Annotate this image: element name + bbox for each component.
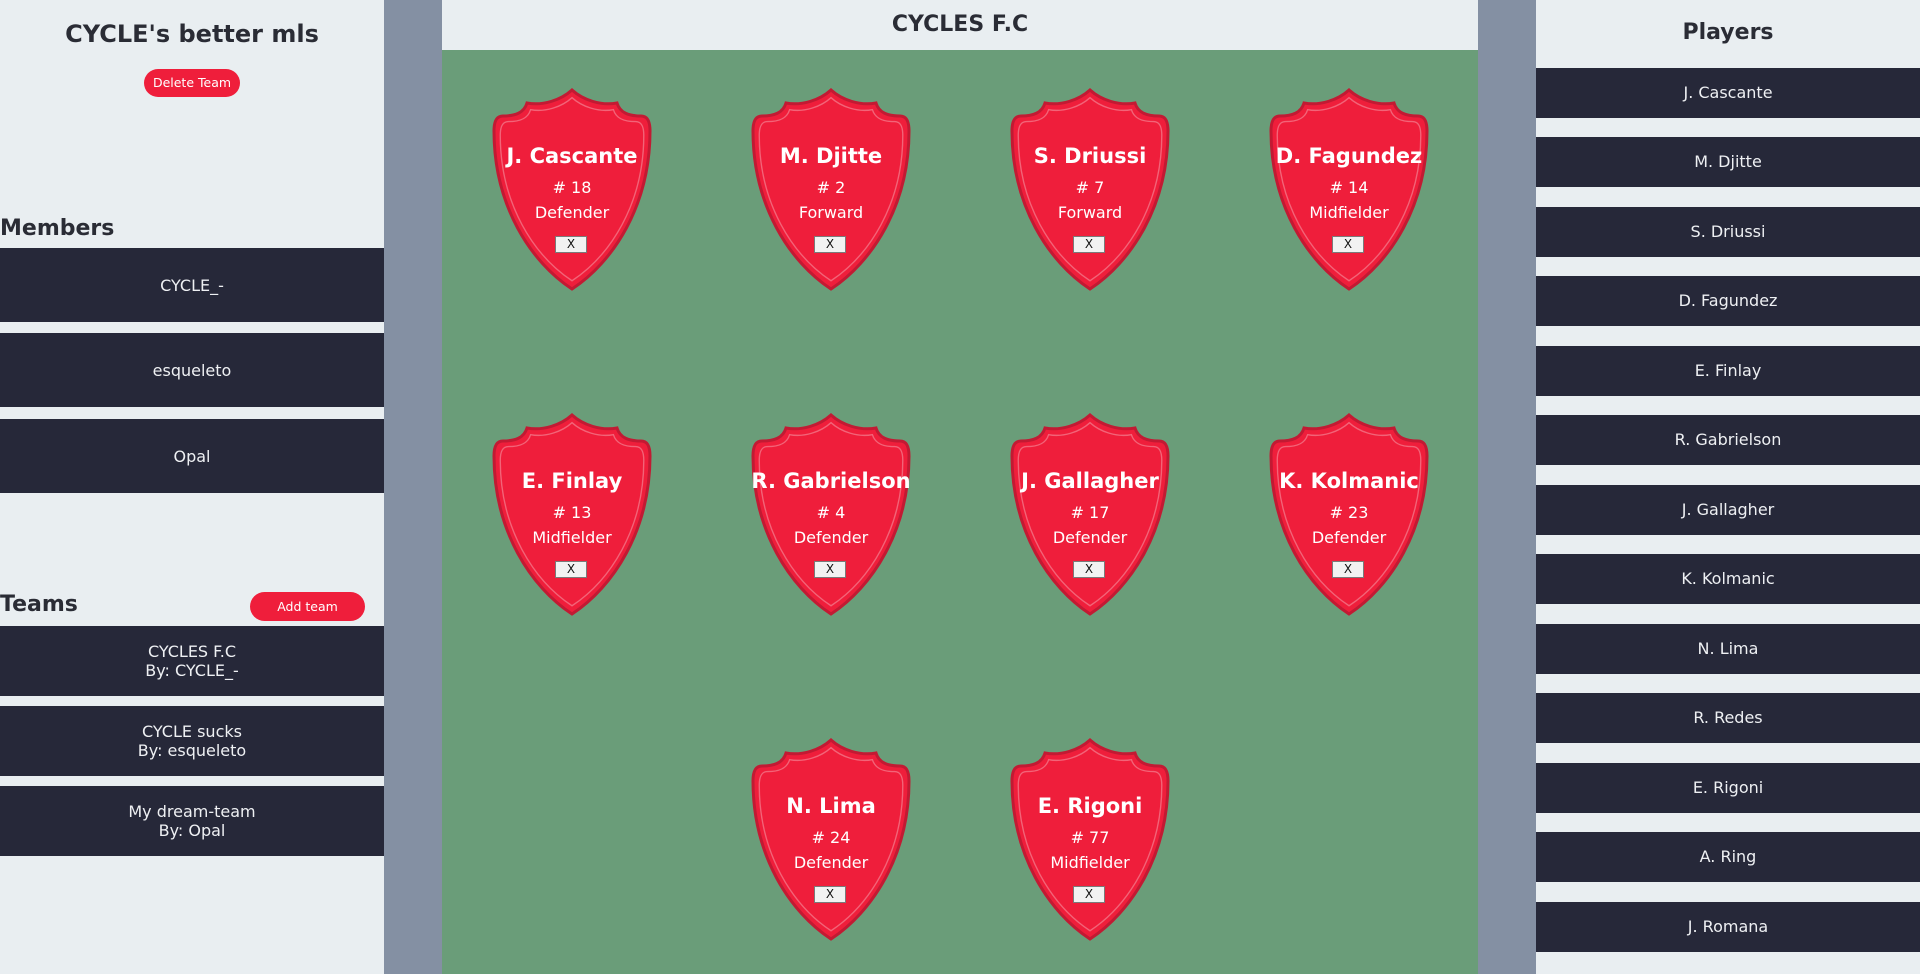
add-team-button[interactable]: Add team xyxy=(250,592,365,621)
players-title: Players xyxy=(1682,20,1774,45)
card-player-position: Defender xyxy=(1311,528,1387,547)
player-item[interactable]: J. Gallagher xyxy=(1536,485,1920,535)
member-name: Opal xyxy=(173,446,211,466)
card-player-name: E. Finlay xyxy=(521,469,623,493)
member-item[interactable]: esqueleto xyxy=(0,333,384,407)
remove-player-button[interactable]: X xyxy=(1332,236,1364,253)
player-card: S. Driussi # 7 Forward X xyxy=(1009,86,1171,292)
player-card: E. Finlay # 13 Midfielder X xyxy=(491,411,653,617)
pitch: J. Cascante # 18 Defender X M. Djitte # 2 Forw… xyxy=(442,50,1478,974)
player-item[interactable]: E. Finlay xyxy=(1536,346,1920,396)
player-item[interactable]: E. Rigoni xyxy=(1536,763,1920,813)
team-item[interactable]: CYCLES F.C By: CYCLE_- xyxy=(0,626,384,696)
player-card: D. Fagundez # 14 Midfielder X xyxy=(1268,86,1430,292)
card-player-position: Defender xyxy=(534,203,610,222)
player-item[interactable]: R. Redes xyxy=(1536,693,1920,743)
member-item[interactable]: CYCLE_- xyxy=(0,248,384,322)
remove-player-button[interactable]: X xyxy=(1332,561,1364,578)
card-player-number: # 24 xyxy=(811,828,851,847)
delete-team-button[interactable]: Delete Team xyxy=(144,69,240,97)
card-player-number: # 17 xyxy=(1070,503,1110,522)
card-player-position: Defender xyxy=(1052,528,1128,547)
card-player-number: # 13 xyxy=(552,503,592,522)
remove-player-button[interactable]: X xyxy=(555,561,587,578)
member-item[interactable]: Opal xyxy=(0,419,384,493)
team-name: CYCLE sucks xyxy=(142,722,242,741)
player-item[interactable]: M. Djitte xyxy=(1536,137,1920,187)
card-player-position: Midfielder xyxy=(1309,203,1389,222)
card-player-number: # 4 xyxy=(816,503,846,522)
remove-player-button[interactable]: X xyxy=(1073,236,1105,253)
player-item[interactable]: R. Gabrielson xyxy=(1536,415,1920,465)
card-player-position: Forward xyxy=(1057,203,1123,222)
member-name: esqueleto xyxy=(152,360,232,380)
card-player-name: D. Fagundez xyxy=(1275,144,1423,168)
card-player-number: # 2 xyxy=(816,178,846,197)
remove-player-button[interactable]: X xyxy=(1073,886,1105,903)
player-item[interactable]: K. Kolmanic xyxy=(1536,554,1920,604)
right-sidebar: Players J. Cascante M. Djitte S. Driussi… xyxy=(1536,0,1920,974)
card-player-name: R. Gabrielson xyxy=(751,469,911,493)
remove-player-button[interactable]: X xyxy=(814,886,846,903)
player-card: J. Cascante # 18 Defender X xyxy=(491,86,653,292)
card-player-number: # 18 xyxy=(552,178,592,197)
player-item[interactable]: D. Fagundez xyxy=(1536,276,1920,326)
card-player-position: Defender xyxy=(793,853,869,872)
player-item[interactable]: N. Lima xyxy=(1536,624,1920,674)
app-title: CYCLE's better mls xyxy=(65,20,319,48)
player-item[interactable]: S. Driussi xyxy=(1536,207,1920,257)
card-player-number: # 77 xyxy=(1070,828,1110,847)
team-item[interactable]: My dream-team By: Opal xyxy=(0,786,384,856)
team-owner: By: Opal xyxy=(158,821,226,840)
teams-heading: Teams xyxy=(0,592,78,617)
remove-player-button[interactable]: X xyxy=(814,236,846,253)
card-player-number: # 7 xyxy=(1075,178,1105,197)
card-player-position: Forward xyxy=(798,203,864,222)
member-name: CYCLE_- xyxy=(160,275,224,295)
card-player-name: K. Kolmanic xyxy=(1279,469,1419,493)
player-card: N. Lima # 24 Defender X xyxy=(750,736,912,942)
player-card: E. Rigoni # 77 Midfielder X xyxy=(1009,736,1171,942)
card-player-position: Midfielder xyxy=(532,528,612,547)
remove-player-button[interactable]: X xyxy=(814,561,846,578)
card-player-name: J. Cascante xyxy=(506,144,638,168)
player-card: M. Djitte # 2 Forward X xyxy=(750,86,912,292)
player-card: R. Gabrielson # 4 Defender X xyxy=(750,411,912,617)
card-player-name: E. Rigoni xyxy=(1037,794,1143,818)
members-heading: Members xyxy=(0,216,115,241)
team-name: My dream-team xyxy=(128,802,256,821)
team-owner: By: CYCLE_- xyxy=(145,661,239,680)
remove-player-button[interactable]: X xyxy=(555,236,587,253)
player-item[interactable]: J. Romana xyxy=(1536,902,1920,952)
remove-player-button[interactable]: X xyxy=(1073,561,1105,578)
player-card: J. Gallagher # 17 Defender X xyxy=(1009,411,1171,617)
card-player-position: Defender xyxy=(793,528,869,547)
team-item[interactable]: CYCLE sucks By: esqueleto xyxy=(0,706,384,776)
player-item[interactable]: A. Ring xyxy=(1536,832,1920,882)
card-player-number: # 23 xyxy=(1329,503,1369,522)
left-sidebar: CYCLE's better mls Delete Team Members C… xyxy=(0,0,384,974)
card-player-name: S. Driussi xyxy=(1033,144,1147,168)
card-player-name: M. Djitte xyxy=(779,144,883,168)
card-player-position: Midfielder xyxy=(1050,853,1130,872)
team-title: CYCLES F.C xyxy=(442,0,1478,50)
card-player-name: J. Gallagher xyxy=(1021,469,1159,493)
team-name: CYCLES F.C xyxy=(147,642,237,661)
card-player-name: N. Lima xyxy=(786,794,876,818)
team-owner: By: esqueleto xyxy=(137,741,247,760)
card-player-number: # 14 xyxy=(1329,178,1369,197)
player-card: K. Kolmanic # 23 Defender X xyxy=(1268,411,1430,617)
player-item[interactable]: J. Cascante xyxy=(1536,68,1920,118)
